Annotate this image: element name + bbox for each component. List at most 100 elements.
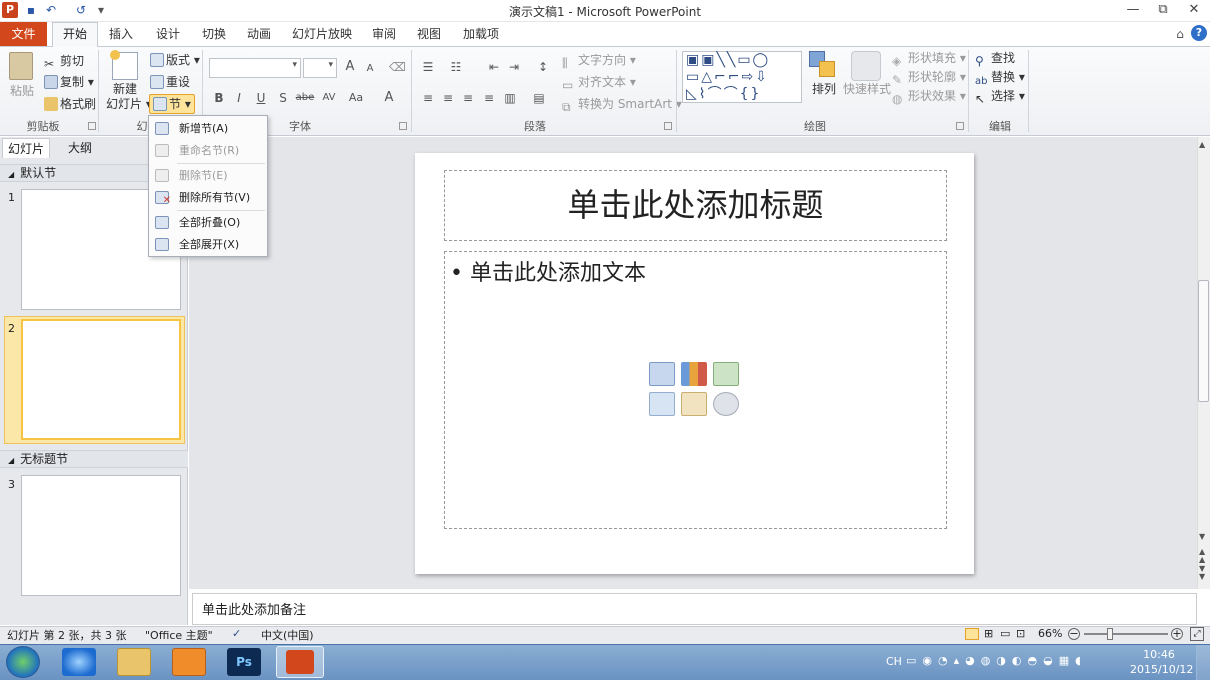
photoshop-icon[interactable]: Ps xyxy=(227,648,261,676)
smartart-button[interactable]: ⧉ 转换为 SmartArt ▾ xyxy=(562,95,682,114)
align-right-icon[interactable]: ≡ xyxy=(460,90,476,106)
slide-thumbnail-2[interactable] xyxy=(21,319,181,440)
quick-styles-button[interactable]: 快速样式 xyxy=(843,80,891,98)
normal-view-icon[interactable] xyxy=(965,628,979,640)
cut-button[interactable]: ✂ 剪切 xyxy=(44,52,84,71)
line-spacing-icon[interactable]: ↕ xyxy=(535,59,551,75)
increase-indent-icon[interactable]: ⇥ xyxy=(506,59,522,75)
shapes-gallery[interactable]: ▣▣╲╲▭◯ ▭△⌐⌐⇨⇩ ◺⌇⌒⌒{} xyxy=(682,51,802,103)
text-direction-button[interactable]: ⫼ 文字方向 ▾ xyxy=(562,51,636,70)
slide-sorter-icon[interactable]: ⊞ xyxy=(984,627,993,640)
menu-item-collapse-all[interactable]: 全部折叠(O) xyxy=(149,212,267,234)
select-button[interactable]: ↖ 选择 ▾ xyxy=(975,87,1025,106)
tab-home[interactable]: 开始 xyxy=(52,22,98,47)
menu-item-remove-all-sections[interactable]: ✕ 删除所有节(V) xyxy=(149,187,267,209)
font-color-button[interactable]: A xyxy=(381,90,397,106)
paste-icon[interactable] xyxy=(9,52,33,80)
columns-icon[interactable]: ▤ xyxy=(531,90,547,106)
numbering-icon[interactable]: ☷ xyxy=(448,59,464,75)
collapse-ribbon-icon[interactable]: ⌂ xyxy=(1172,22,1188,46)
show-desktop-button[interactable] xyxy=(1196,645,1210,680)
close-button[interactable]: ✕ xyxy=(1181,2,1207,18)
distributed-icon[interactable]: ▥ xyxy=(502,90,518,106)
theme-status[interactable]: "Office 主题" xyxy=(145,627,213,643)
bullets-icon[interactable]: ☰ xyxy=(420,59,436,75)
scroll-down-icon[interactable]: ▼ xyxy=(1199,532,1205,541)
spellcheck-icon[interactable]: ✓ xyxy=(232,627,241,640)
quick-styles-icon[interactable] xyxy=(851,51,881,81)
replace-button[interactable]: ab 替换 ▾ xyxy=(975,68,1025,87)
tab-transitions[interactable]: 切换 xyxy=(196,22,232,46)
tab-addins[interactable]: 加载项 xyxy=(457,22,505,46)
clipboard-launcher-icon[interactable] xyxy=(88,122,96,130)
font-launcher-icon[interactable] xyxy=(399,122,407,130)
tab-animations[interactable]: 动画 xyxy=(241,22,277,46)
align-left-icon[interactable]: ≡ xyxy=(420,90,436,106)
scrollbar-thumb[interactable] xyxy=(1198,280,1209,402)
scroll-up-icon[interactable]: ▲ xyxy=(1199,140,1205,149)
layout-button[interactable]: 版式 ▾ xyxy=(150,51,200,69)
align-text-button[interactable]: ▭ 对齐文本 ▾ xyxy=(562,73,636,92)
drawing-launcher-icon[interactable] xyxy=(956,122,964,130)
font-size-combo[interactable]: ▾ xyxy=(303,58,337,78)
language-status[interactable]: 中文(中国) xyxy=(261,627,314,643)
new-slide-dropdown[interactable]: 幻灯片 ▾ xyxy=(106,95,152,113)
internet-explorer-icon[interactable] xyxy=(62,648,96,676)
ime-indicator[interactable]: CH xyxy=(886,655,902,668)
char-spacing-button[interactable]: AV xyxy=(318,90,340,106)
underline-button[interactable]: U xyxy=(253,90,269,106)
fit-to-window-icon[interactable]: ⤢ xyxy=(1190,627,1204,641)
reading-view-icon[interactable]: ▭ xyxy=(1000,627,1010,640)
help-icon[interactable]: ? xyxy=(1191,25,1207,41)
zoom-slider-thumb[interactable] xyxy=(1107,628,1113,640)
menu-item-remove-section[interactable]: 删除节(E) xyxy=(149,165,267,187)
arrange-icon[interactable] xyxy=(809,51,837,79)
restore-button[interactable]: ⧉ xyxy=(1150,2,1176,18)
tab-insert[interactable]: 插入 xyxy=(103,22,139,46)
menu-item-expand-all[interactable]: 全部展开(X) xyxy=(149,234,267,256)
paragraph-launcher-icon[interactable] xyxy=(664,122,672,130)
paste-button[interactable]: 粘贴 xyxy=(10,82,34,100)
content-placeholder[interactable] xyxy=(444,251,947,529)
system-tray-icons[interactable]: ▭◉◔▴◕◍◑◐◓◒▦◖ xyxy=(906,654,1087,667)
section-button[interactable]: 节 ▾ xyxy=(149,94,195,114)
tab-view[interactable]: 视图 xyxy=(411,22,447,46)
decrease-indent-icon[interactable]: ⇤ xyxy=(486,59,502,75)
format-painter-button[interactable]: 格式刷 xyxy=(44,95,96,113)
new-slide-icon[interactable] xyxy=(110,50,138,80)
next-slide-icon[interactable]: ▼ ▼ xyxy=(1199,565,1205,581)
insert-table-icon[interactable] xyxy=(649,362,675,386)
zoom-in-icon[interactable]: + xyxy=(1171,628,1183,640)
save-icon[interactable]: ▪ xyxy=(24,3,38,17)
media-player-icon[interactable] xyxy=(172,648,206,676)
arrange-button[interactable]: 排列 xyxy=(812,80,836,98)
insert-media-icon[interactable] xyxy=(713,392,739,416)
shape-effects-button[interactable]: ◍ 形状效果 ▾ xyxy=(892,87,966,106)
align-center-icon[interactable]: ≡ xyxy=(440,90,456,106)
powerpoint-logo-icon[interactable]: P xyxy=(2,2,18,18)
grow-font-icon[interactable]: A xyxy=(342,59,358,75)
redo-icon[interactable]: ↺ xyxy=(74,3,88,17)
zoom-slider[interactable] xyxy=(1084,633,1168,635)
powerpoint-taskbar-button[interactable] xyxy=(276,646,324,678)
tab-design[interactable]: 设计 xyxy=(150,22,186,46)
tab-slides[interactable]: 幻灯片 xyxy=(2,138,50,158)
clock-date[interactable]: 2015/10/12 xyxy=(1130,663,1193,676)
slide-thumbnail-3[interactable] xyxy=(21,475,181,596)
font-name-combo[interactable]: ▾ xyxy=(209,58,301,78)
zoom-level[interactable]: 66% xyxy=(1038,627,1062,640)
find-button[interactable]: ⚲ 查找 xyxy=(975,49,1015,68)
tab-outline[interactable]: 大纲 xyxy=(56,138,104,158)
slideshow-view-icon[interactable]: ⊡ xyxy=(1016,627,1025,640)
insert-smartart-icon[interactable] xyxy=(713,362,739,386)
tab-slideshow[interactable]: 幻灯片放映 xyxy=(286,22,358,46)
clear-format-icon[interactable]: ⌫ xyxy=(389,59,406,75)
clock-time[interactable]: 10:46 xyxy=(1134,648,1184,661)
menu-item-rename-section[interactable]: 重命名节(R) xyxy=(149,140,267,162)
section-header-untitled[interactable]: ◢ 无标题节 xyxy=(0,450,188,468)
notes-pane[interactable]: 单击此处添加备注 xyxy=(192,593,1197,625)
bold-button[interactable]: B xyxy=(211,90,227,106)
menu-item-add-section[interactable]: 新增节(A) xyxy=(149,118,267,140)
copy-button[interactable]: 复制 ▾ xyxy=(44,73,94,91)
start-button-icon[interactable] xyxy=(6,646,40,678)
